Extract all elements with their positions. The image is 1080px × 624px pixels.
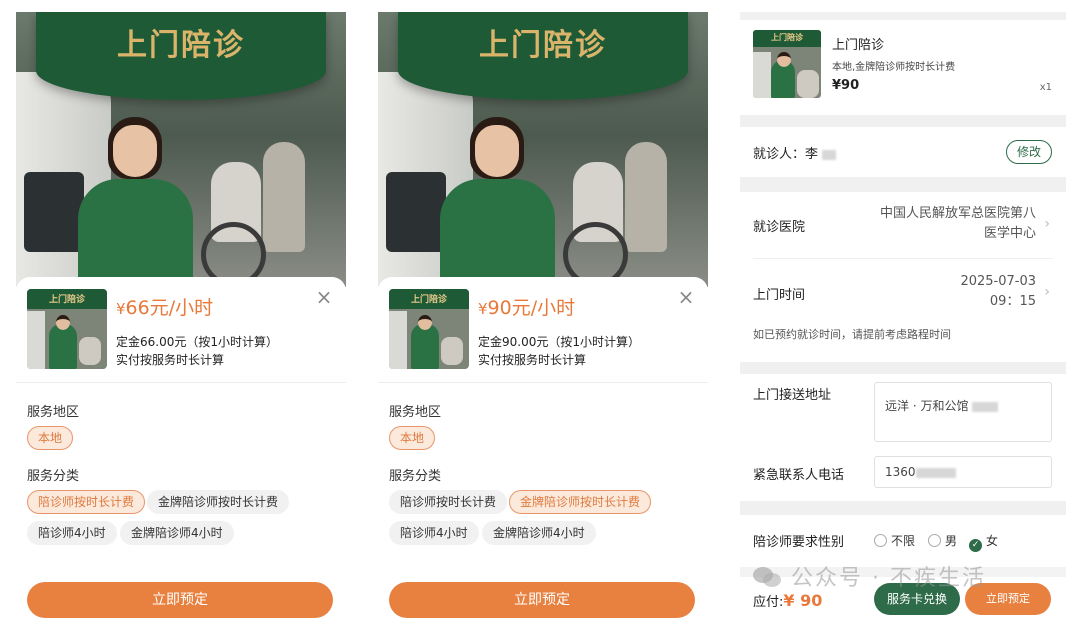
price-label: ¥66元/小时 xyxy=(116,297,214,319)
order-item-qty: x1 xyxy=(1039,82,1052,93)
time-value[interactable]: 2025-07-03 09：15 xyxy=(960,272,1036,312)
phone-label: 紧急联系人电话 xyxy=(753,468,845,483)
time-label: 上门时间 xyxy=(753,288,806,303)
hero-banner: 上门陪诊 xyxy=(36,12,326,100)
hero-banner: 上门陪诊 xyxy=(398,12,688,100)
chevron-right-icon: › xyxy=(1044,284,1050,300)
gender-option-any[interactable]: 不限 xyxy=(874,532,915,549)
close-icon[interactable]: × xyxy=(676,287,696,307)
gender-option-female[interactable]: ✓ 女 xyxy=(969,532,998,552)
escort-person-image xyxy=(440,117,555,287)
chevron-right-icon: › xyxy=(1044,216,1050,232)
category-label: 服务分类 xyxy=(389,469,442,484)
amount-due: 应付:¥ 90 xyxy=(753,591,823,610)
chip-gold-escort-4h[interactable]: 金牌陪诊师4小时 xyxy=(120,521,234,545)
section-gap xyxy=(740,177,1066,192)
divider xyxy=(16,382,346,383)
region-label: 服务地区 xyxy=(389,405,442,420)
section-gap xyxy=(740,115,1066,127)
order-form-panel: 上门陪诊 上门陪诊 本地,金牌陪诊师按时长计费 ¥90 x1 就诊人：李 修改 … xyxy=(740,12,1066,624)
escort-person-image xyxy=(78,117,193,287)
chip-escort-hourly[interactable]: 陪诊师按时长计费 xyxy=(27,490,146,514)
hero-image: 上门陪诊 xyxy=(378,12,708,287)
order-item-card: 上门陪诊 上门陪诊 本地,金牌陪诊师按时长计费 ¥90 x1 xyxy=(740,20,1066,115)
patient-label: 就诊人：李 xyxy=(753,143,837,162)
hero-banner-text: 上门陪诊 xyxy=(479,28,607,63)
address-label: 上门接送地址 xyxy=(753,388,832,403)
thumbnail-label: 上门陪诊 xyxy=(410,295,447,305)
region-chip-local[interactable]: 本地 xyxy=(389,426,436,450)
chip-escort-hourly[interactable]: 陪诊师按时长计费 xyxy=(389,490,508,514)
wechat-icon xyxy=(753,567,781,587)
time-hint: 如已预约就诊时间，请提前考虑路程时间 xyxy=(753,328,951,341)
book-now-button[interactable]: 立即预定 xyxy=(27,582,333,618)
redacted-name xyxy=(822,149,837,160)
hero-banner-text: 上门陪诊 xyxy=(117,28,245,63)
product-sheet-panel-1: 上门陪诊 上门陪诊 ¥66元/小时 × 定金66.00元（按1小时计算） 实付按… xyxy=(16,12,346,624)
chip-escort-4h[interactable]: 陪诊师4小时 xyxy=(389,521,479,545)
region-label: 服务地区 xyxy=(27,405,80,420)
redacted-address xyxy=(972,401,999,412)
wheelchair-scene xyxy=(201,142,311,287)
price-label: ¥90元/小时 xyxy=(478,297,576,319)
gender-option-male[interactable]: 男 xyxy=(928,532,957,549)
spec-sheet: 上门陪诊 ¥90元/小时 × 定金90.00元（按1小时计算） 实付按服务时长计… xyxy=(378,277,708,624)
redacted-phone xyxy=(915,467,956,478)
radio-icon xyxy=(874,534,887,547)
deposit-text: 定金66.00元（按1小时计算） xyxy=(116,335,278,349)
region-chip-local[interactable]: 本地 xyxy=(27,426,74,450)
chip-gold-escort-4h[interactable]: 金牌陪诊师4小时 xyxy=(482,521,596,545)
hospital-value[interactable]: 中国人民解放军总医院第八 医学中心 xyxy=(880,204,1036,244)
contact-card: 上门接送地址 远洋 · 万和公馆 紧急联系人电话 1360 xyxy=(740,374,1066,501)
chip-gold-escort-hourly[interactable]: 金牌陪诊师按时长计费 xyxy=(509,490,652,514)
radio-icon xyxy=(928,534,941,547)
product-sheet-panel-2: 上门陪诊 上门陪诊 ¥90元/小时 × 定金90.00元（按1小时计算） 实付按… xyxy=(378,12,708,624)
hero-image: 上门陪诊 xyxy=(16,12,346,287)
patient-row: 就诊人：李 修改 xyxy=(740,127,1066,177)
close-icon[interactable]: × xyxy=(314,287,334,307)
address-field[interactable]: 远洋 · 万和公馆 xyxy=(874,382,1052,442)
edit-patient-button[interactable]: 修改 xyxy=(1006,140,1052,164)
section-gap xyxy=(740,501,1066,515)
section-gap xyxy=(740,12,1066,20)
product-thumbnail: 上门陪诊 xyxy=(389,289,469,369)
watermark: 公众号 · 不疾生活 xyxy=(752,560,986,592)
wheelchair-scene xyxy=(563,142,673,287)
spec-sheet: 上门陪诊 ¥66元/小时 × 定金66.00元（按1小时计算） 实付按服务时长计… xyxy=(16,277,346,624)
chip-escort-4h[interactable]: 陪诊师4小时 xyxy=(27,521,117,545)
chip-gold-escort-hourly[interactable]: 金牌陪诊师按时长计费 xyxy=(147,490,290,514)
hospital-label: 就诊医院 xyxy=(753,220,806,235)
check-icon: ✓ xyxy=(969,539,982,552)
thumbnail-label: 上门陪诊 xyxy=(48,295,85,305)
order-item-title: 上门陪诊 xyxy=(832,38,885,53)
gender-label: 陪诊师要求性别 xyxy=(753,535,845,550)
thumbnail-label: 上门陪诊 xyxy=(771,33,803,42)
actual-pay-text: 实付按服务时长计算 xyxy=(116,353,225,367)
deposit-text: 定金90.00元（按1小时计算） xyxy=(478,335,640,349)
product-thumbnail: 上门陪诊 xyxy=(27,289,107,369)
order-item-thumbnail: 上门陪诊 xyxy=(753,30,821,98)
phone-field[interactable]: 1360 xyxy=(874,456,1052,488)
actual-pay-text: 实付按服务时长计算 xyxy=(478,353,587,367)
divider xyxy=(378,382,708,383)
divider xyxy=(753,258,1053,259)
order-item-price: ¥90 xyxy=(832,78,860,93)
section-gap xyxy=(740,362,1066,374)
visit-info-card: 就诊医院 中国人民解放军总医院第八 医学中心 › 上门时间 2025-07-03 0… xyxy=(740,192,1066,362)
book-now-button[interactable]: 立即预定 xyxy=(389,582,695,618)
category-label: 服务分类 xyxy=(27,469,80,484)
order-item-subtitle: 本地,金牌陪诊师按时长计费 xyxy=(832,62,956,73)
